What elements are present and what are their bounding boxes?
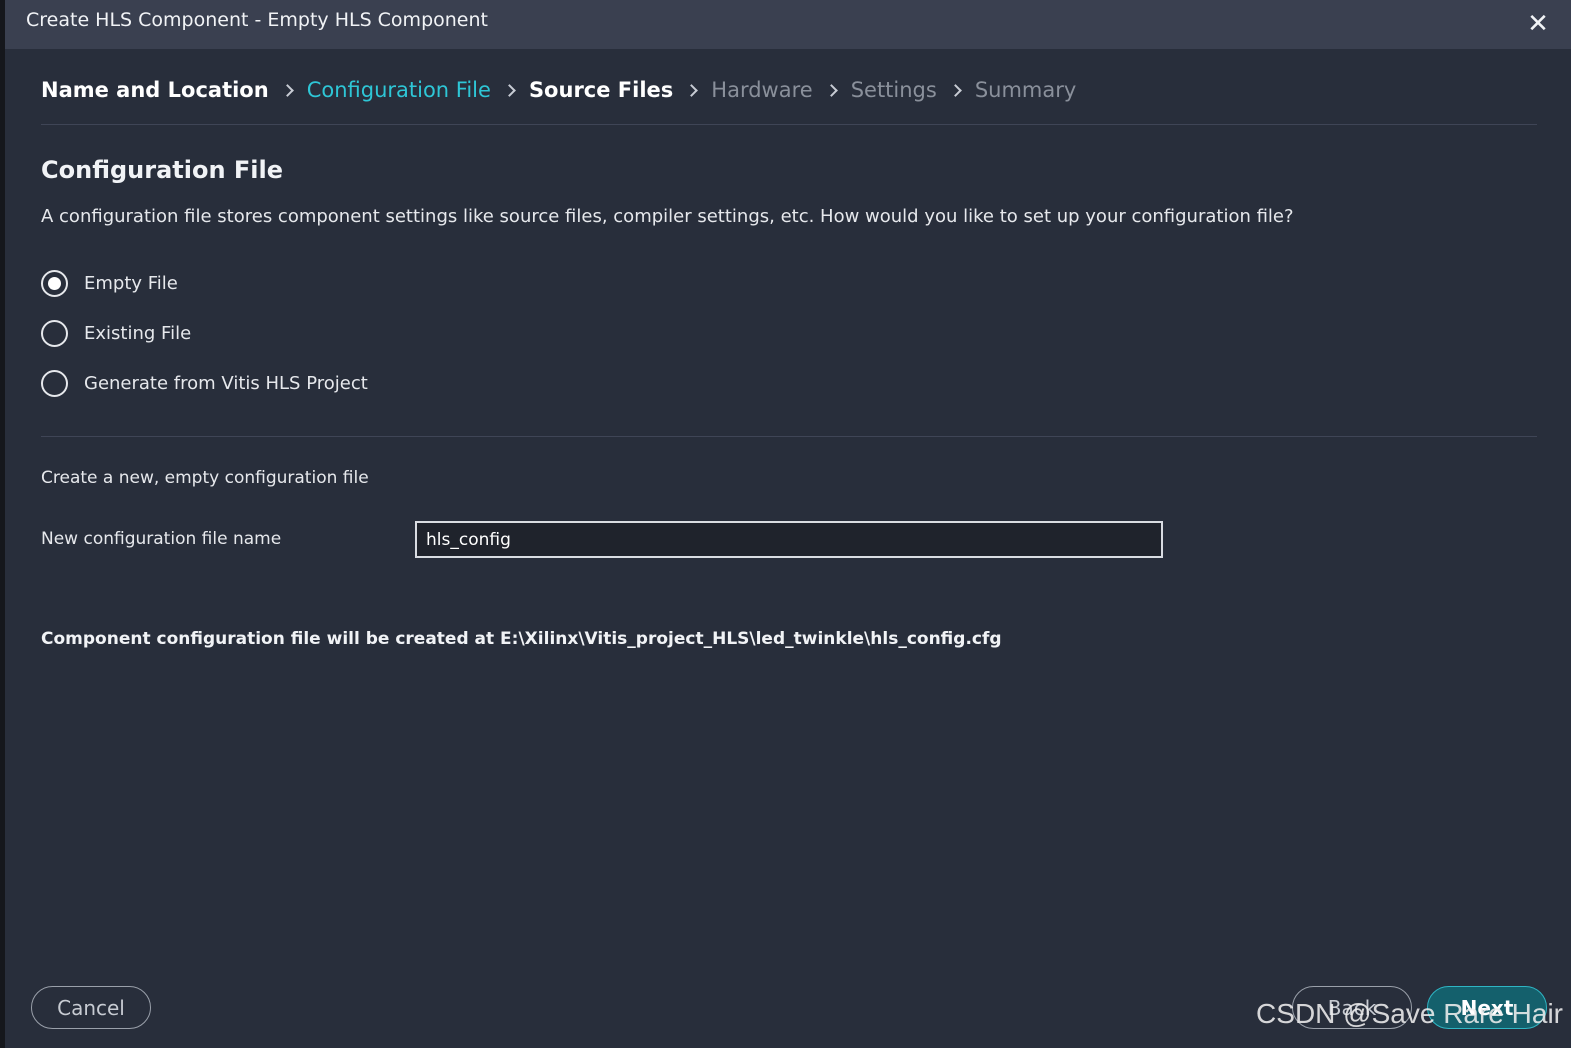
option-label: Generate from Vitis HLS Project bbox=[84, 372, 368, 394]
divider bbox=[41, 436, 1537, 437]
cancel-button[interactable]: Cancel bbox=[31, 986, 151, 1029]
config-file-name-input[interactable] bbox=[415, 521, 1163, 558]
option-label: Empty File bbox=[84, 272, 178, 294]
create-hls-component-dialog: Create HLS Component - Empty HLS Compone… bbox=[5, 0, 1571, 1048]
breadcrumb-step-configuration-file[interactable]: Configuration File bbox=[307, 78, 491, 102]
breadcrumb-step-settings: Settings bbox=[850, 78, 937, 102]
chevron-right-icon bbox=[280, 83, 294, 97]
option-label: Existing File bbox=[84, 322, 192, 344]
close-icon[interactable]: ✕ bbox=[1523, 9, 1553, 39]
window-title: Create HLS Component - Empty HLS Compone… bbox=[26, 9, 488, 31]
breadcrumb-step-source-files[interactable]: Source Files bbox=[529, 78, 673, 102]
back-button[interactable]: Back bbox=[1292, 986, 1412, 1029]
chevron-right-icon bbox=[685, 83, 699, 97]
config-file-name-label: New configuration file name bbox=[41, 529, 282, 549]
radio-button[interactable] bbox=[41, 369, 68, 397]
section-description: A configuration file stores component se… bbox=[41, 206, 1294, 227]
breadcrumb-step-hardware: Hardware bbox=[711, 78, 813, 102]
chevron-right-icon bbox=[503, 83, 516, 97]
option-existing-file[interactable]: Existing File bbox=[41, 318, 191, 348]
breadcrumb-step-summary: Summary bbox=[974, 78, 1077, 102]
new-file-description: Create a new, empty configuration file bbox=[41, 468, 369, 488]
section-title: Configuration File bbox=[41, 156, 284, 184]
title-bar: Create HLS Component - Empty HLS Compone… bbox=[5, 0, 1571, 49]
config-path-note: Component configuration file will be cre… bbox=[41, 629, 1002, 649]
option-empty-file[interactable]: Empty File bbox=[41, 268, 178, 298]
option-generate-from-vitis-hls-project[interactable]: Generate from Vitis HLS Project bbox=[41, 368, 368, 398]
breadcrumb-step-name-and-location[interactable]: Name and Location bbox=[41, 78, 269, 102]
wizard-breadcrumb: Name and Location Configuration File Sou… bbox=[41, 74, 1076, 106]
next-button[interactable]: Next bbox=[1427, 986, 1547, 1029]
radio-button-selected[interactable] bbox=[41, 269, 68, 297]
radio-button[interactable] bbox=[41, 319, 68, 347]
chevron-right-icon bbox=[948, 83, 962, 97]
chevron-right-icon bbox=[824, 83, 838, 97]
divider bbox=[41, 124, 1537, 125]
